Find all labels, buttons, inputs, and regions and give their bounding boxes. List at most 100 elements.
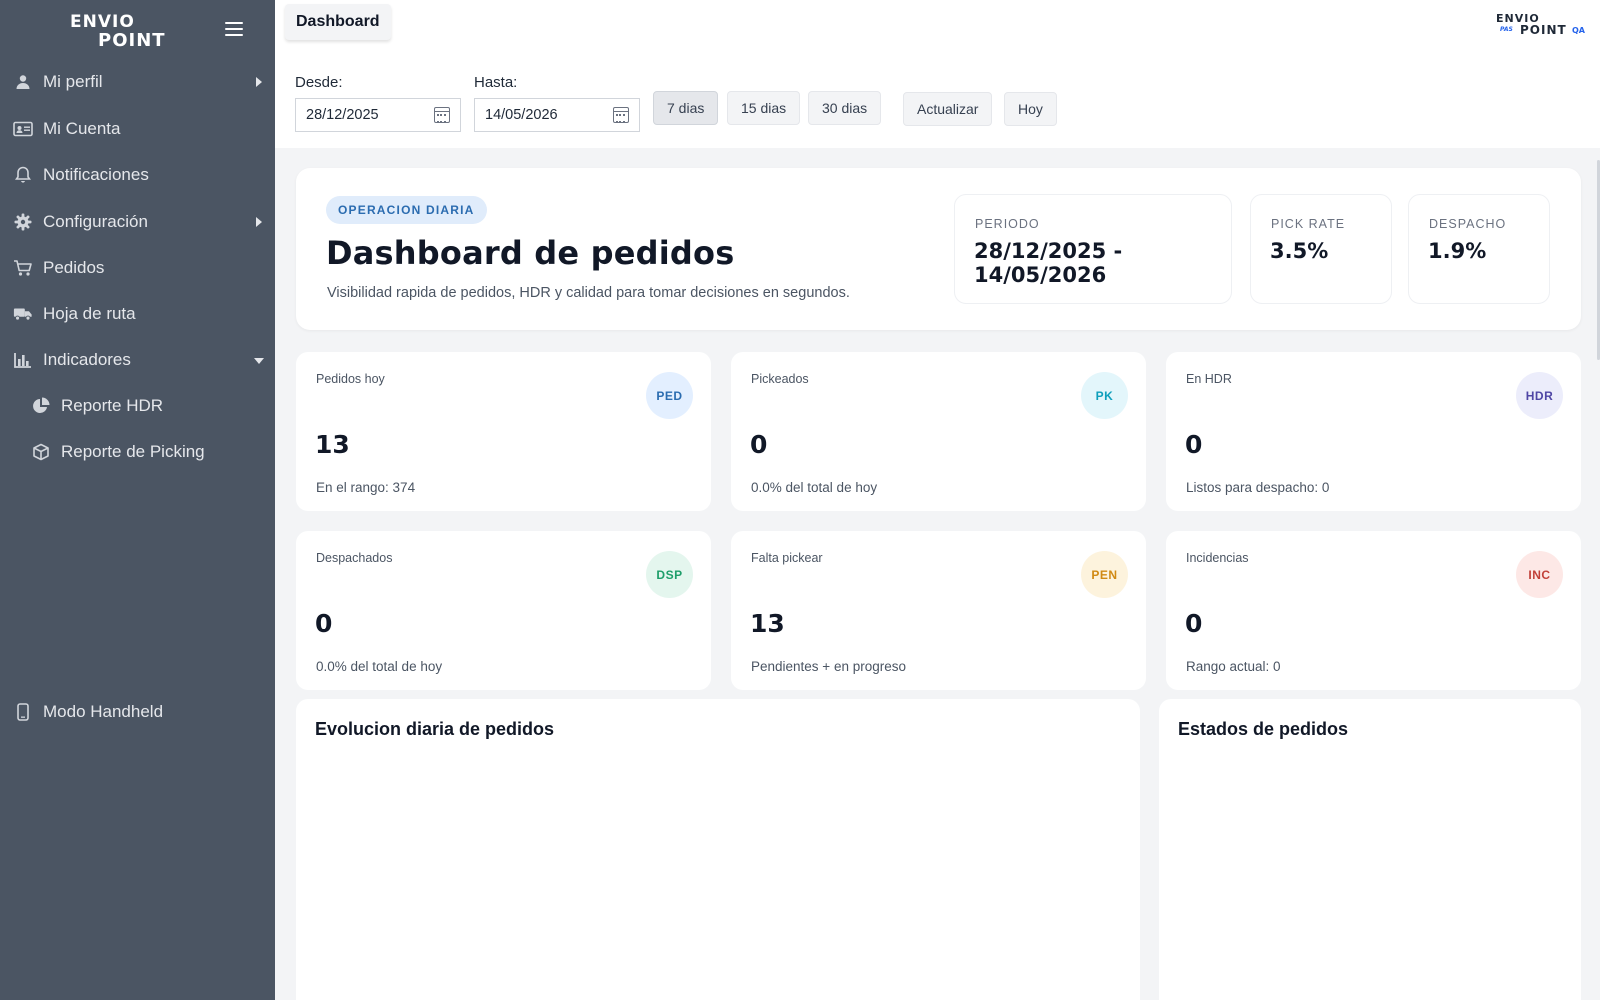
kpi-badge: HDR [1516,372,1563,419]
kpi-badge: PED [646,372,693,419]
chevron-down-icon [254,358,264,364]
header-logo-env: QA [1572,26,1585,35]
kpi-pedidos-hoy: Pedidos hoy PED 13 En el rango: 374 [296,352,711,511]
user-icon [13,72,33,92]
kpi-subtitle: 0.0% del total de hoy [316,659,443,674]
page-title: Dashboard de pedidos [326,234,735,272]
sidebar-item-mi-cuenta[interactable]: Mi Cuenta [0,107,275,151]
calendar-icon[interactable] [613,107,629,123]
sidebar-item-reporte-hdr[interactable]: Reporte HDR [0,384,275,428]
sidebar-item-label: Reporte HDR [61,396,164,415]
brand-logo-bottom: POINT [98,30,166,51]
tab-dashboard[interactable]: Dashboard [285,4,391,40]
section-pill: OPERACION DIARIA [326,196,487,224]
kpi-badge: INC [1516,551,1563,598]
bar-chart-icon [13,350,33,370]
kpi-title: Falta pickear [751,551,823,565]
sidebar-item-mi-perfil[interactable]: Mi perfil [0,60,275,104]
kpi-title: Despachados [316,551,393,565]
sidebar-item-label: Reporte de Picking [61,442,205,461]
stat-value: 28/12/2025 - 14/05/2026 [974,239,1123,287]
sidebar-item-notificaciones[interactable]: Notificaciones [0,153,275,197]
top-bar: Dashboard ENVIO PAS POINT QA Desde: 28/1… [275,0,1600,148]
order-states-panel: Estados de pedidos [1159,699,1581,1000]
kpi-value: 0 [750,430,768,459]
pie-chart-icon [31,396,51,416]
hasta-date-input[interactable]: 14/05/2026 [474,98,640,132]
sidebar-item-pedidos[interactable]: Pedidos [0,246,275,290]
sidebar-item-label: Mi Cuenta [43,119,121,138]
page-description: Visibilidad rapida de pedidos, HDR y cal… [327,285,850,301]
kpi-badge: PK [1081,372,1128,419]
sidebar-item-label: Mi perfil [43,72,103,91]
kpi-value: 0 [1185,609,1203,638]
box-icon [31,442,51,462]
header-logo: ENVIO PAS POINT QA [1496,12,1586,38]
stat-periodo: PERIODO 28/12/2025 - 14/05/2026 [954,194,1232,304]
mobile-icon [13,702,33,722]
today-button[interactable]: Hoy [1004,92,1057,126]
sidebar: ENVIO POINT Mi perfil Mi Cuenta Notifica… [0,0,275,1000]
stat-label: PICK RATE [1271,217,1346,231]
sidebar-item-hoja-de-ruta[interactable]: Hoja de ruta [0,292,275,336]
panel-title: Evolucion diaria de pedidos [315,719,555,739]
id-card-icon [13,119,33,139]
menu-toggle-icon[interactable] [225,22,243,36]
chevron-right-icon [256,217,262,227]
kpi-subtitle: Listos para despacho: 0 [1186,480,1330,495]
gear-icon [13,212,33,232]
sidebar-item-label: Modo Handheld [43,702,164,721]
sidebar-item-label: Pedidos [43,258,105,277]
kpi-value: 0 [315,609,333,638]
range-7-days-button[interactable]: 7 dias [653,91,719,125]
calendar-icon[interactable] [434,107,450,123]
sidebar-item-label: Notificaciones [43,165,149,184]
sidebar-item-modo-handheld[interactable]: Modo Handheld [0,690,275,734]
kpi-value: 0 [1185,430,1203,459]
kpi-title: En HDR [1186,372,1232,386]
sidebar-item-label: Configuración [43,212,148,231]
kpi-title: Pedidos hoy [316,372,385,386]
header-logo-prefix: PAS [1500,26,1513,33]
summary-card: OPERACION DIARIA Dashboard de pedidos Vi… [296,168,1581,330]
hasta-date-value: 14/05/2026 [485,107,558,123]
sidebar-item-label: Hoja de ruta [43,304,136,323]
bell-icon [13,165,33,185]
kpi-value: 13 [750,609,785,638]
stat-value: 3.5% [1270,239,1329,263]
kpi-value: 13 [315,430,350,459]
hasta-label: Hasta: [474,74,518,91]
stat-pick-rate: PICK RATE 3.5% [1250,194,1392,304]
desde-date-input[interactable]: 28/12/2025 [295,98,461,132]
kpi-badge: DSP [646,551,693,598]
kpi-title: Pickeados [751,372,809,386]
brand-logo[interactable]: ENVIO POINT [70,12,170,51]
kpi-subtitle: En el rango: 374 [316,480,416,495]
stat-label: PERIODO [975,217,1040,231]
kpi-falta-pickear: Falta pickear PEN 13 Pendientes + en pro… [731,531,1146,690]
refresh-button[interactable]: Actualizar [903,92,993,126]
kpi-title: Incidencias [1186,551,1249,565]
stat-label: DESPACHO [1429,217,1507,231]
desde-label: Desde: [295,74,343,91]
panel-title: Estados de pedidos [1178,719,1349,739]
sidebar-item-indicadores[interactable]: Indicadores [0,338,275,382]
sidebar-item-reporte-picking[interactable]: Reporte de Picking [0,430,275,474]
sidebar-item-label: Indicadores [43,350,131,369]
stat-despacho: DESPACHO 1.9% [1408,194,1550,304]
kpi-pickeados: Pickeados PK 0 0.0% del total de hoy [731,352,1146,511]
kpi-en-hdr: En HDR HDR 0 Listos para despacho: 0 [1166,352,1581,511]
kpi-subtitle: Pendientes + en progreso [751,659,906,674]
header-logo-bottom: POINT [1520,23,1567,37]
sidebar-item-configuracion[interactable]: Configuración [0,200,275,244]
brand-logo-top: ENVIO [70,12,135,32]
stat-value: 1.9% [1428,239,1487,263]
range-30-days-button[interactable]: 30 dias [808,91,882,125]
range-15-days-button[interactable]: 15 dias [727,91,801,125]
daily-evolution-panel: Evolucion diaria de pedidos [296,699,1140,1000]
kpi-incidencias: Incidencias INC 0 Rango actual: 0 [1166,531,1581,690]
chevron-right-icon [256,77,262,87]
kpi-subtitle: 0.0% del total de hoy [751,480,878,495]
desde-date-value: 28/12/2025 [306,107,379,123]
kpi-subtitle: Rango actual: 0 [1186,659,1281,674]
